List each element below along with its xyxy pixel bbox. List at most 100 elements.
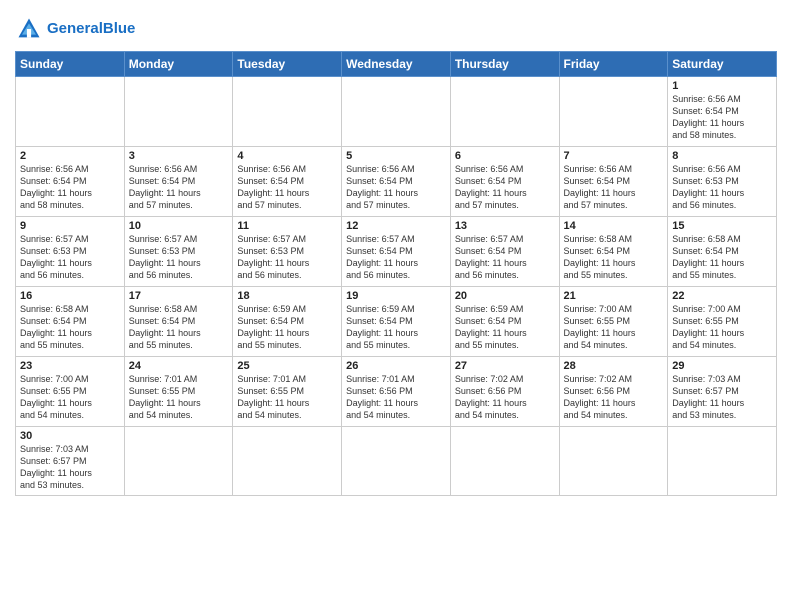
calendar-cell: 12Sunrise: 6:57 AM Sunset: 6:54 PM Dayli… xyxy=(342,217,451,287)
day-number: 2 xyxy=(20,150,120,162)
calendar-cell: 14Sunrise: 6:58 AM Sunset: 6:54 PM Dayli… xyxy=(559,217,668,287)
day-number: 23 xyxy=(20,360,120,372)
calendar-cell: 2Sunrise: 6:56 AM Sunset: 6:54 PM Daylig… xyxy=(16,147,125,217)
weekday-header-thursday: Thursday xyxy=(450,52,559,77)
day-number: 26 xyxy=(346,360,446,372)
header: GeneralBlue xyxy=(15,15,777,43)
week-row-4: 23Sunrise: 7:00 AM Sunset: 6:55 PM Dayli… xyxy=(16,357,777,427)
day-info: Sunrise: 6:58 AM Sunset: 6:54 PM Dayligh… xyxy=(129,303,229,352)
day-info: Sunrise: 6:57 AM Sunset: 6:53 PM Dayligh… xyxy=(237,233,337,282)
calendar-cell: 29Sunrise: 7:03 AM Sunset: 6:57 PM Dayli… xyxy=(668,357,777,427)
day-number: 21 xyxy=(564,290,664,302)
day-info: Sunrise: 6:56 AM Sunset: 6:54 PM Dayligh… xyxy=(455,163,555,212)
day-info: Sunrise: 6:58 AM Sunset: 6:54 PM Dayligh… xyxy=(672,233,772,282)
day-info: Sunrise: 6:56 AM Sunset: 6:53 PM Dayligh… xyxy=(672,163,772,212)
day-number: 10 xyxy=(129,220,229,232)
day-info: Sunrise: 7:01 AM Sunset: 6:55 PM Dayligh… xyxy=(129,373,229,422)
calendar-cell: 16Sunrise: 6:58 AM Sunset: 6:54 PM Dayli… xyxy=(16,287,125,357)
day-info: Sunrise: 6:57 AM Sunset: 6:54 PM Dayligh… xyxy=(455,233,555,282)
day-number: 27 xyxy=(455,360,555,372)
day-info: Sunrise: 6:57 AM Sunset: 6:53 PM Dayligh… xyxy=(129,233,229,282)
calendar-cell: 28Sunrise: 7:02 AM Sunset: 6:56 PM Dayli… xyxy=(559,357,668,427)
day-info: Sunrise: 6:56 AM Sunset: 6:54 PM Dayligh… xyxy=(346,163,446,212)
weekday-header-tuesday: Tuesday xyxy=(233,52,342,77)
calendar-cell: 19Sunrise: 6:59 AM Sunset: 6:54 PM Dayli… xyxy=(342,287,451,357)
day-number: 17 xyxy=(129,290,229,302)
day-number: 15 xyxy=(672,220,772,232)
logo: GeneralBlue xyxy=(15,15,135,43)
day-number: 30 xyxy=(20,430,120,442)
day-info: Sunrise: 6:59 AM Sunset: 6:54 PM Dayligh… xyxy=(346,303,446,352)
calendar-cell: 1Sunrise: 6:56 AM Sunset: 6:54 PM Daylig… xyxy=(668,77,777,147)
calendar-cell xyxy=(342,427,451,496)
calendar-cell xyxy=(233,427,342,496)
calendar-cell: 6Sunrise: 6:56 AM Sunset: 6:54 PM Daylig… xyxy=(450,147,559,217)
week-row-2: 9Sunrise: 6:57 AM Sunset: 6:53 PM Daylig… xyxy=(16,217,777,287)
calendar-cell: 26Sunrise: 7:01 AM Sunset: 6:56 PM Dayli… xyxy=(342,357,451,427)
day-number: 22 xyxy=(672,290,772,302)
calendar-cell: 25Sunrise: 7:01 AM Sunset: 6:55 PM Dayli… xyxy=(233,357,342,427)
week-row-1: 2 Sunrise: 6:56 AM Sunset: 6:54 PM Daylig… xyxy=(16,147,777,217)
calendar-cell: 3Sunrise: 6:56 AM Sunset: 6:54 PM Daylig… xyxy=(124,147,233,217)
calendar-cell: 13Sunrise: 6:57 AM Sunset: 6:54 PM Dayli… xyxy=(450,217,559,287)
day-info: Sunrise: 7:03 AM Sunset: 6:57 PM Dayligh… xyxy=(672,373,772,422)
day-number: 19 xyxy=(346,290,446,302)
day-info: Sunrise: 7:00 AM Sunset: 6:55 PM Dayligh… xyxy=(564,303,664,352)
logo-blue: Blue xyxy=(103,20,136,37)
calendar-cell: 23Sunrise: 7:00 AM Sunset: 6:55 PM Dayli… xyxy=(16,357,125,427)
day-info: Sunrise: 7:01 AM Sunset: 6:55 PM Dayligh… xyxy=(237,373,337,422)
week-row-3: 16Sunrise: 6:58 AM Sunset: 6:54 PM Dayli… xyxy=(16,287,777,357)
calendar-cell xyxy=(450,77,559,147)
calendar-cell xyxy=(124,427,233,496)
calendar-cell xyxy=(342,77,451,147)
day-info: Sunrise: 7:02 AM Sunset: 6:56 PM Dayligh… xyxy=(455,373,555,422)
calendar-cell xyxy=(450,427,559,496)
day-info: Sunrise: 6:56 AM Sunset: 6:54 PM Dayligh… xyxy=(564,163,664,212)
day-number: 20 xyxy=(455,290,555,302)
calendar-cell: 5Sunrise: 6:56 AM Sunset: 6:54 PM Daylig… xyxy=(342,147,451,217)
calendar-cell: 22Sunrise: 7:00 AM Sunset: 6:55 PM Dayli… xyxy=(668,287,777,357)
day-info: Sunrise: 7:02 AM Sunset: 6:56 PM Dayligh… xyxy=(564,373,664,422)
weekday-header-wednesday: Wednesday xyxy=(342,52,451,77)
calendar-table: SundayMondayTuesdayWednesdayThursdayFrid… xyxy=(15,51,777,496)
calendar-cell: 21Sunrise: 7:00 AM Sunset: 6:55 PM Dayli… xyxy=(559,287,668,357)
calendar-cell xyxy=(559,427,668,496)
day-number: 7 xyxy=(564,150,664,162)
calendar-cell: 27Sunrise: 7:02 AM Sunset: 6:56 PM Dayli… xyxy=(450,357,559,427)
day-number: 8 xyxy=(672,150,772,162)
weekday-header-monday: Monday xyxy=(124,52,233,77)
calendar-cell: 24Sunrise: 7:01 AM Sunset: 6:55 PM Dayli… xyxy=(124,357,233,427)
calendar-cell xyxy=(233,77,342,147)
calendar-cell: 4Sunrise: 6:56 AM Sunset: 6:54 PM Daylig… xyxy=(233,147,342,217)
calendar-cell xyxy=(124,77,233,147)
day-number: 18 xyxy=(237,290,337,302)
day-number: 24 xyxy=(129,360,229,372)
day-info: Sunrise: 6:58 AM Sunset: 6:54 PM Dayligh… xyxy=(20,303,120,352)
day-number: 9 xyxy=(20,220,120,232)
weekday-header-saturday: Saturday xyxy=(668,52,777,77)
day-info: Sunrise: 6:56 AM Sunset: 6:54 PM Dayligh… xyxy=(237,163,337,212)
day-number: 12 xyxy=(346,220,446,232)
logo-general: General xyxy=(47,20,103,37)
day-number: 14 xyxy=(564,220,664,232)
calendar-cell xyxy=(559,77,668,147)
day-info: Sunrise: 6:56 AM Sunset: 6:54 PM Dayligh… xyxy=(129,163,229,212)
calendar-cell: 7Sunrise: 6:56 AM Sunset: 6:54 PM Daylig… xyxy=(559,147,668,217)
day-number: 1 xyxy=(672,80,772,92)
day-number: 28 xyxy=(564,360,664,372)
calendar-cell: 30Sunrise: 7:03 AM Sunset: 6:57 PM Dayli… xyxy=(16,427,125,496)
day-number: 11 xyxy=(237,220,337,232)
day-number: 3 xyxy=(129,150,229,162)
day-info: Sunrise: 6:57 AM Sunset: 6:53 PM Dayligh… xyxy=(20,233,120,282)
day-info: Sunrise: 6:57 AM Sunset: 6:54 PM Dayligh… xyxy=(346,233,446,282)
calendar-cell xyxy=(16,77,125,147)
day-number: 29 xyxy=(672,360,772,372)
day-info: Sunrise: 7:00 AM Sunset: 6:55 PM Dayligh… xyxy=(672,303,772,352)
calendar-cell: 17Sunrise: 6:58 AM Sunset: 6:54 PM Dayli… xyxy=(124,287,233,357)
weekday-header-friday: Friday xyxy=(559,52,668,77)
week-row-0: 1Sunrise: 6:56 AM Sunset: 6:54 PM Daylig… xyxy=(16,77,777,147)
day-info: Sunrise: 6:59 AM Sunset: 6:54 PM Dayligh… xyxy=(455,303,555,352)
calendar-cell xyxy=(668,427,777,496)
calendar-cell: 8Sunrise: 6:56 AM Sunset: 6:53 PM Daylig… xyxy=(668,147,777,217)
logo-icon xyxy=(15,15,43,43)
